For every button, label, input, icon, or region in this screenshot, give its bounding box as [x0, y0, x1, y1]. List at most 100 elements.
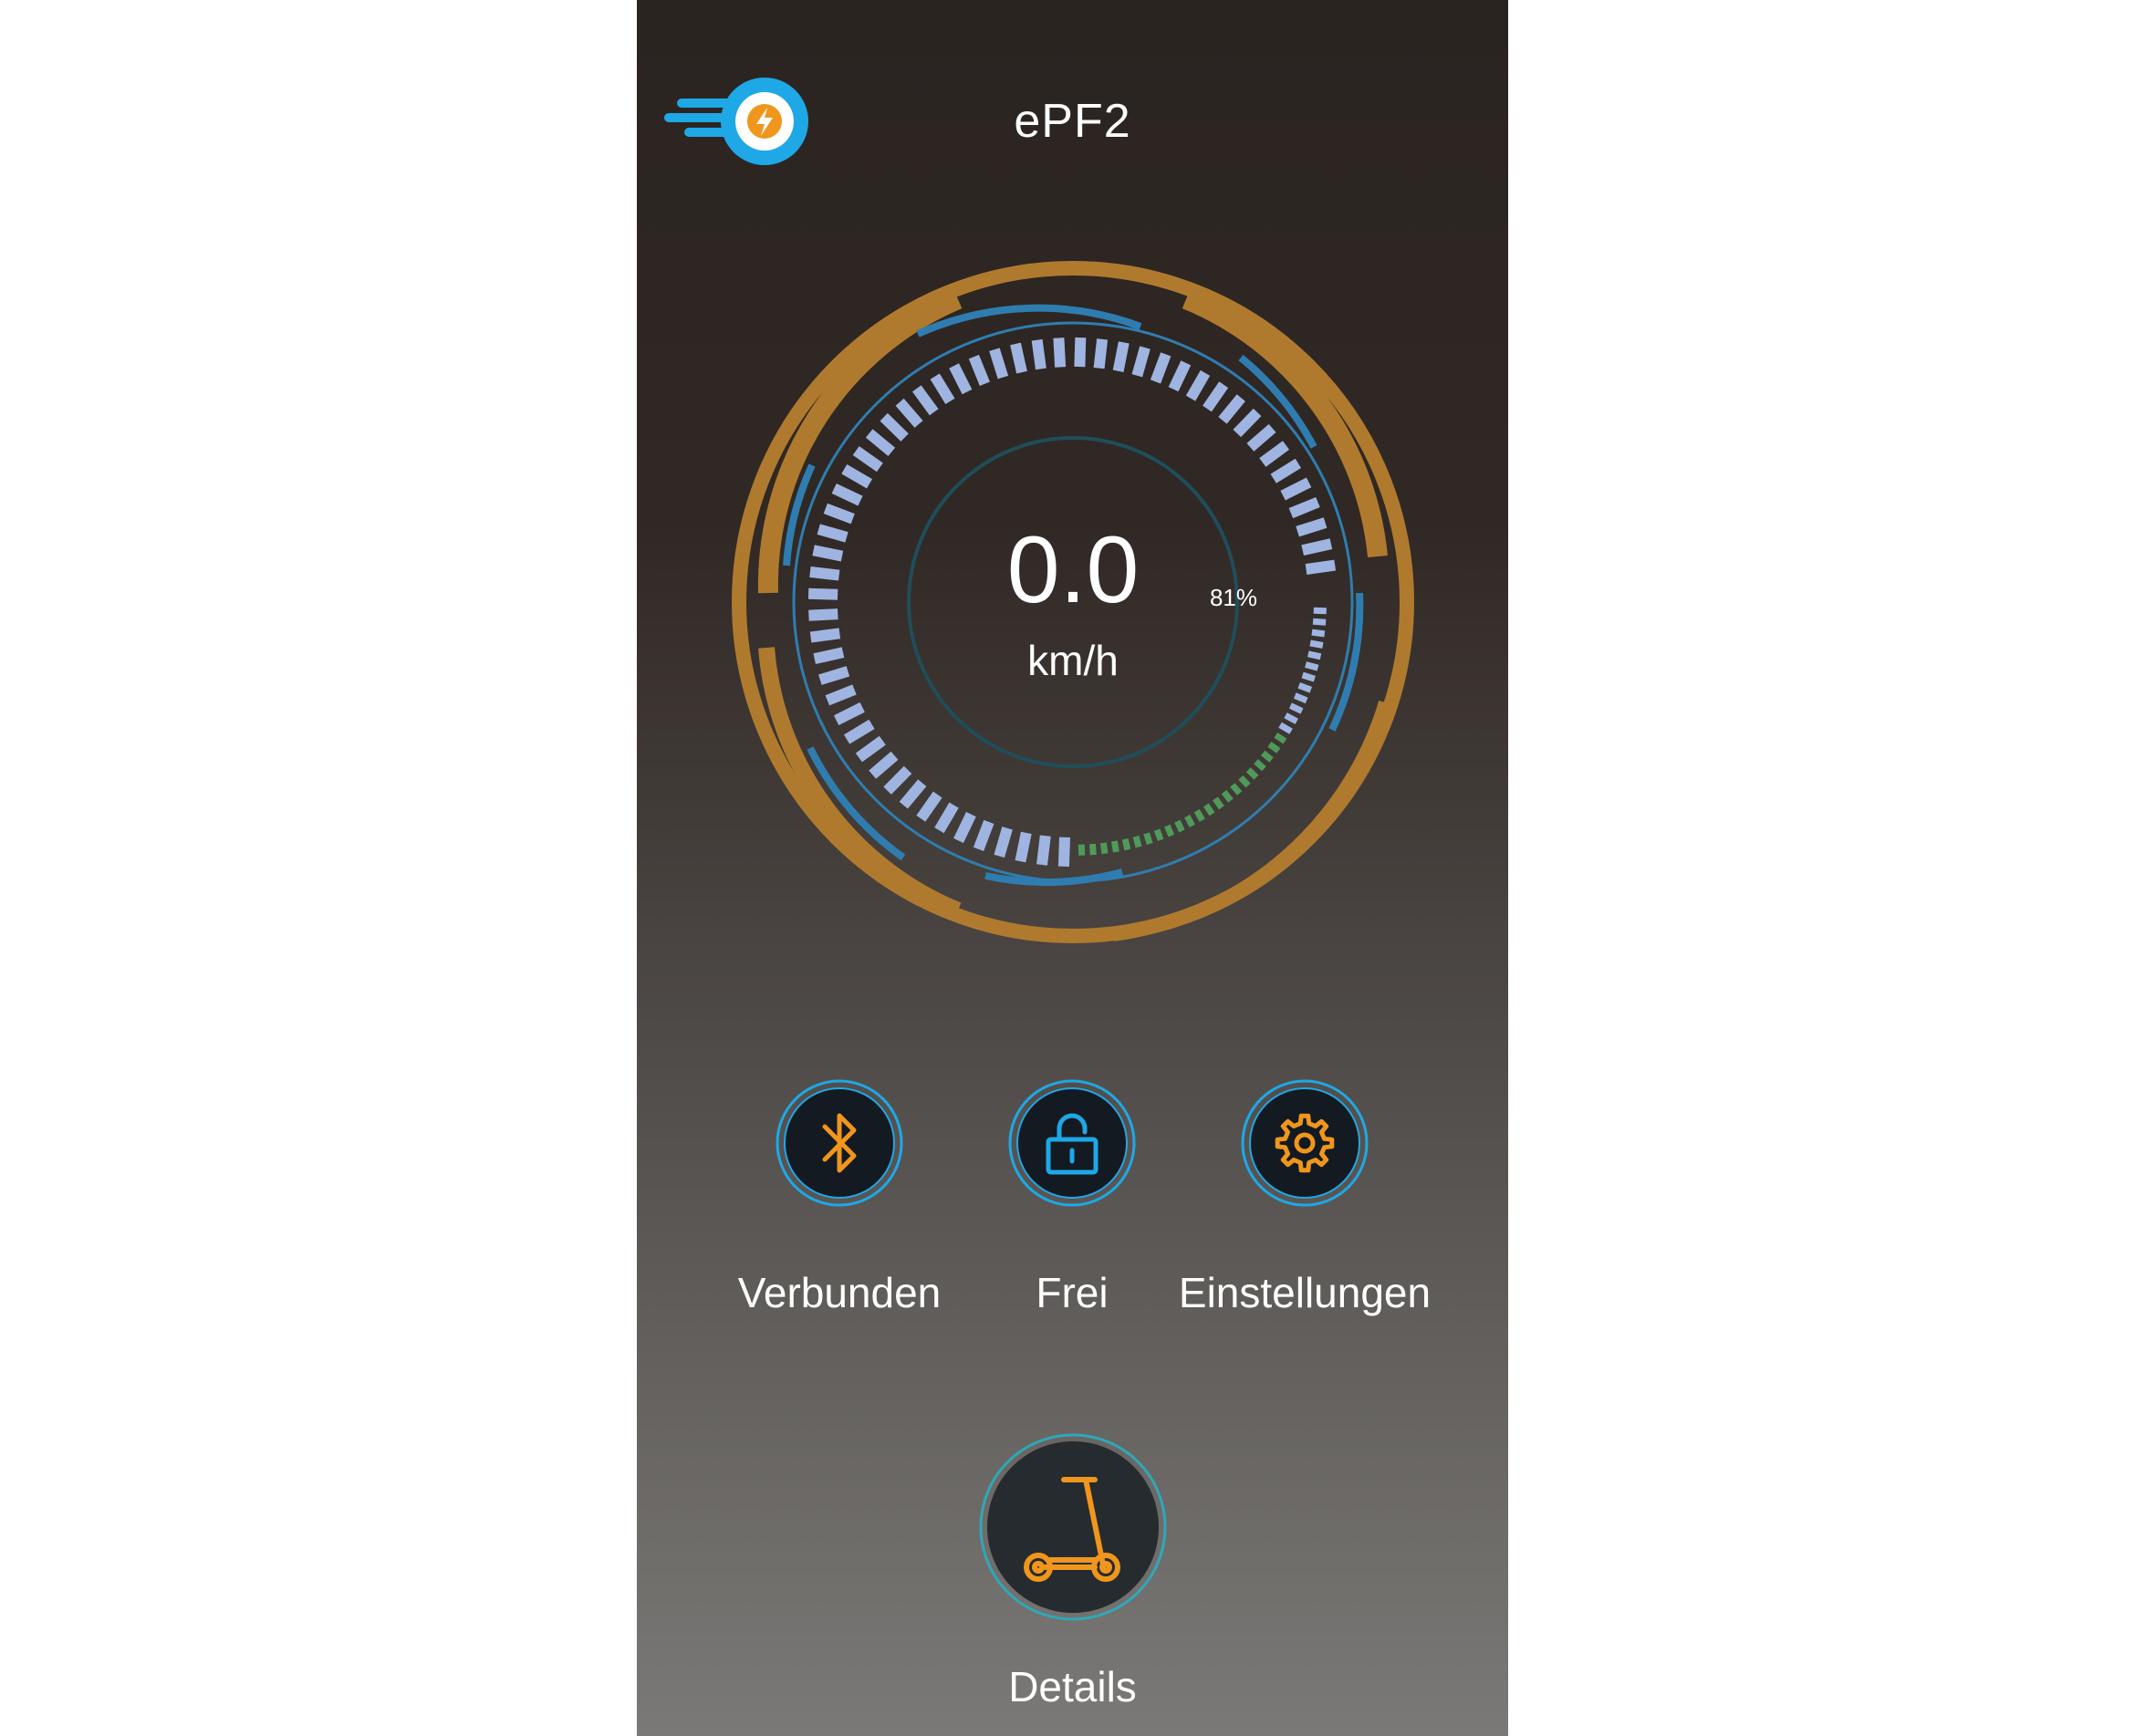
battery-tick — [1193, 809, 1205, 822]
battery-tick — [1267, 742, 1281, 754]
battery-tick — [1261, 750, 1274, 763]
speed-scale-tick — [1010, 342, 1027, 374]
battery-tick — [1305, 661, 1319, 671]
speed-scale-tick — [823, 503, 855, 525]
speed-scale-tick — [1246, 423, 1276, 452]
details-button[interactable] — [978, 1432, 1168, 1622]
battery-tick — [1278, 722, 1293, 734]
battery-tick — [1297, 682, 1313, 693]
battery-tick — [1301, 671, 1316, 682]
battery-tick — [1203, 803, 1215, 816]
speed-scale-tick — [841, 464, 873, 489]
battery-tick — [1313, 607, 1327, 615]
speed-scale-tick — [1301, 538, 1333, 556]
battery-tick — [1110, 840, 1119, 853]
speed-unit: km/h — [1027, 637, 1119, 684]
speed-scale-tick — [1168, 360, 1192, 392]
speed-scale-tick — [1036, 835, 1051, 866]
battery-tick — [1174, 819, 1185, 833]
battery-tick — [1309, 639, 1324, 649]
speed-scale-tick — [916, 791, 942, 822]
battery-tick — [1245, 767, 1259, 780]
battery-percent: 81% — [1210, 584, 1257, 611]
speed-scale-tick — [1203, 381, 1229, 412]
speedometer-gauge: 0.0 km/h 81% — [732, 261, 1414, 943]
speed-scale-tick — [813, 647, 845, 664]
speed-scale-tick — [1280, 477, 1312, 501]
speed-scale-tick — [808, 608, 838, 621]
speed-scale-tick — [812, 545, 844, 562]
battery-tick — [1293, 692, 1308, 704]
speed-scale-tick — [953, 811, 976, 844]
speed-scale-tick — [869, 751, 899, 779]
speed-scale-tick — [1131, 346, 1151, 378]
battery-tick — [1099, 842, 1109, 855]
battery-tick — [1213, 796, 1224, 810]
speed-scale-tick — [825, 684, 857, 706]
speed-scale-tick — [973, 819, 994, 852]
bluetooth-button[interactable] — [776, 1079, 903, 1207]
speed-scale-tick — [1031, 338, 1046, 370]
battery-tick — [1121, 838, 1131, 851]
speed-scale-tick — [1296, 517, 1328, 537]
speed-scale-tick — [1015, 831, 1032, 863]
speed-scale-tick — [865, 429, 896, 457]
speed-scale-tick — [1093, 338, 1109, 369]
battery-tick — [1238, 774, 1251, 788]
speed-scale-tick — [934, 802, 959, 834]
speed-scale-tick — [809, 566, 840, 581]
speed-scale-tick — [843, 719, 875, 744]
speed-scale-tick — [899, 779, 927, 809]
speed-scale-tick — [1150, 352, 1171, 384]
speed-scale-tick — [852, 446, 883, 473]
battery-tick — [1254, 759, 1266, 772]
battery-tick — [1132, 835, 1142, 848]
battery-tick — [1311, 629, 1326, 638]
speed-scale-tick — [818, 666, 850, 685]
speed-scale-tick — [807, 587, 838, 600]
speed-scale-tick — [817, 524, 849, 543]
speed-scale-tick — [930, 373, 955, 405]
battery-tick — [1284, 712, 1298, 724]
speed-scale-tick — [1112, 341, 1130, 372]
battery-tick — [1153, 828, 1164, 842]
speed-scale-tick — [1074, 337, 1087, 368]
speed-scale-tick — [1233, 408, 1262, 438]
battery-tick — [1274, 732, 1287, 744]
battery-tick — [1088, 843, 1097, 856]
lock-button[interactable] — [1008, 1079, 1136, 1207]
speed-scale-tick — [949, 363, 973, 395]
battery-tick — [1230, 783, 1243, 795]
battery-tick — [1143, 832, 1153, 845]
page-title: ePF2 — [1014, 95, 1131, 148]
battery-tick — [1164, 824, 1175, 837]
speed-scale-tick — [831, 483, 863, 506]
details-label: Details — [1008, 1663, 1137, 1710]
speed-scale-tick — [809, 628, 841, 643]
speed-scale-tick — [880, 412, 909, 442]
battery-tick — [1221, 790, 1234, 803]
speed-scale-tick — [989, 348, 1009, 379]
speed-scale-tick — [1259, 441, 1290, 467]
speed-scale-tick — [883, 765, 912, 795]
speed-value: 0.0 — [1007, 517, 1140, 623]
speed-scale-tick — [994, 826, 1013, 858]
battery-tick — [1307, 650, 1322, 660]
speed-scale-tick — [968, 354, 990, 387]
speed-scale-tick — [1057, 837, 1070, 868]
settings-button[interactable] — [1241, 1079, 1369, 1207]
speed-scale-tick — [1288, 496, 1320, 519]
speed-scale-tick — [1053, 338, 1067, 368]
speed-scale-tick — [855, 735, 886, 763]
speed-scale-tick — [1185, 369, 1211, 401]
battery-tick — [1288, 702, 1304, 714]
speed-scale-tick — [911, 385, 939, 416]
battery-tick — [1184, 815, 1195, 827]
speed-scale-tick — [895, 398, 923, 428]
speed-scale-tick — [1270, 458, 1302, 483]
settings-label: Einstellungen — [1178, 1269, 1432, 1316]
battery-tick — [1312, 618, 1327, 626]
speed-scale-tick — [1218, 394, 1245, 424]
speed-scale-tick — [833, 702, 865, 725]
app-screen: ePF2 0.0 km/h 81% Verbunden Frei Einstel… — [637, 0, 1508, 1736]
